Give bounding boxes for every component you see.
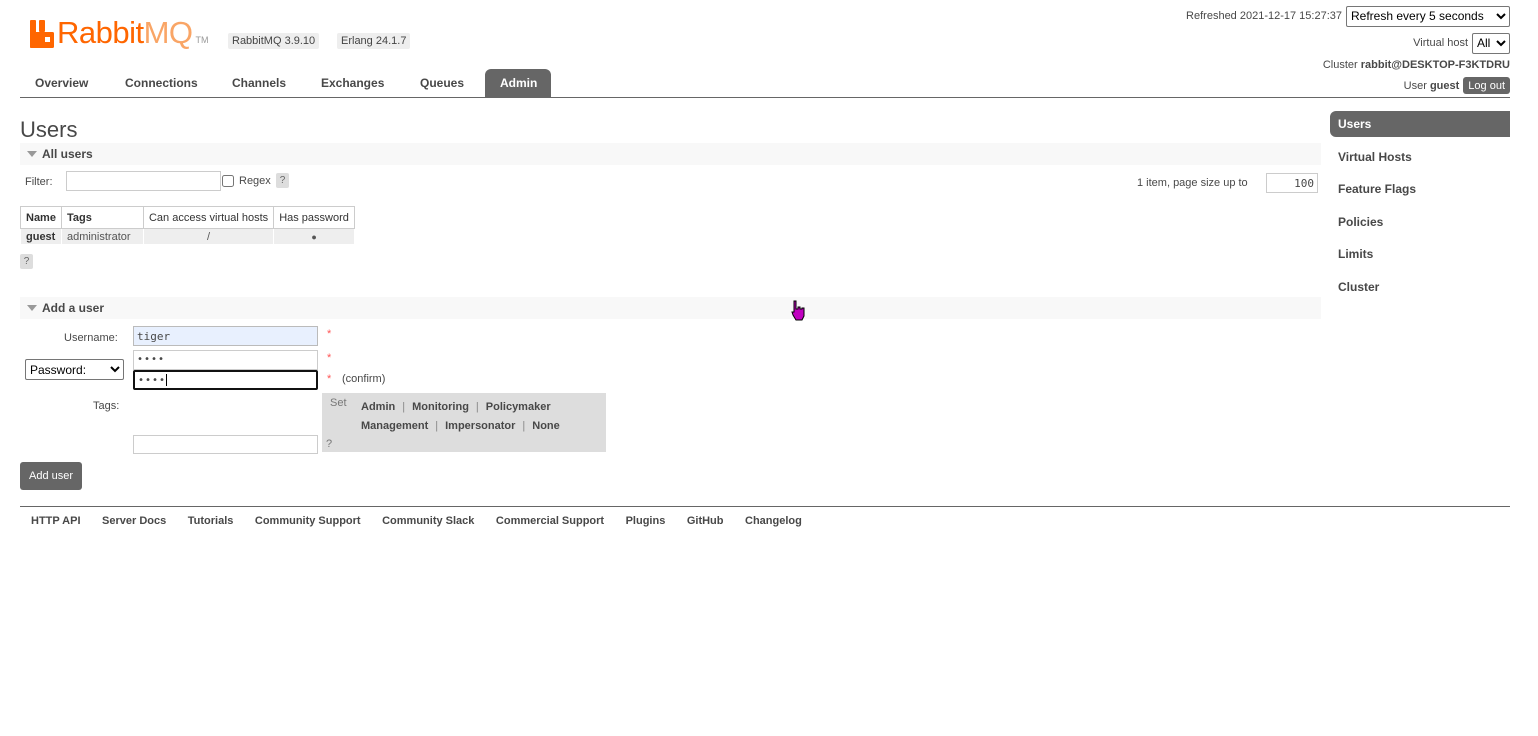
sidebar-item-policies[interactable]: Policies xyxy=(1330,209,1510,235)
tag-option-impersonator[interactable]: Impersonator xyxy=(445,420,515,432)
tags-label: Tags: xyxy=(93,400,120,412)
user-name-cell[interactable]: guest xyxy=(20,228,62,245)
regex-help-icon[interactable]: ? xyxy=(276,173,289,188)
tags-input[interactable] xyxy=(133,435,318,454)
footer-link-github[interactable]: GitHub xyxy=(687,515,724,527)
footer-link-changelog[interactable]: Changelog xyxy=(745,515,802,527)
rabbitmq-logo[interactable]: RabbitMQ TM xyxy=(30,14,209,48)
footer-link-community-support[interactable]: Community Support xyxy=(255,515,361,527)
sidebar-item-users[interactable]: Users xyxy=(1330,111,1510,137)
tab-admin[interactable]: Admin xyxy=(485,69,551,97)
page-size-input[interactable] xyxy=(1266,173,1318,193)
sidebar-item-cluster[interactable]: Cluster xyxy=(1330,274,1510,300)
tab-exchanges[interactable]: Exchanges xyxy=(306,69,399,97)
tag-picker: Set Admin | Monitoring | Policymaker Managem… xyxy=(322,393,606,452)
password-confirm-input[interactable]: •••• xyxy=(133,370,318,390)
vhost-label: Virtual host xyxy=(1413,37,1468,49)
add-user-button[interactable]: Add user xyxy=(20,462,82,490)
footer-link-plugins[interactable]: Plugins xyxy=(626,515,666,527)
tab-channels[interactable]: Channels xyxy=(217,69,301,97)
users-table: Name Tags Can access virtual hosts Has p… xyxy=(20,206,355,245)
password-required-marker: * xyxy=(327,352,332,364)
regex-checkbox[interactable] xyxy=(222,175,234,187)
tag-option-management[interactable]: Management xyxy=(361,420,428,432)
password-input[interactable]: •••• xyxy=(133,350,318,370)
pagination-text: 1 item, page size up to xyxy=(1137,177,1248,189)
all-users-heading: All users xyxy=(42,147,93,161)
table-row[interactable]: guest administrator / ● xyxy=(20,228,355,245)
confirm-required-marker: * xyxy=(327,373,332,385)
add-user-heading: Add a user xyxy=(42,301,105,315)
sidebar-item-virtual-hosts[interactable]: Virtual Hosts xyxy=(1330,144,1510,170)
set-label: Set xyxy=(330,397,347,409)
filter-label: Filter: xyxy=(25,176,53,188)
regex-label: Regex xyxy=(239,175,271,187)
col-has-password: Has password xyxy=(273,206,355,229)
footer-link-community-slack[interactable]: Community Slack xyxy=(382,515,474,527)
admin-sidebar: Users Virtual Hosts Feature Flags Polici… xyxy=(1330,111,1510,306)
refreshed-label: Refreshed 2021-12-17 15:27:37 xyxy=(1186,10,1342,22)
vhost-select[interactable]: All xyxy=(1472,32,1510,54)
main-tabs: Overview Connections Channels Exchanges … xyxy=(20,69,1510,98)
tag-option-admin[interactable]: Admin xyxy=(361,401,395,413)
user-tags-cell: administrator xyxy=(60,228,144,245)
tab-connections[interactable]: Connections xyxy=(110,69,213,97)
columns-help-icon[interactable]: ? xyxy=(20,254,33,269)
confirm-label: (confirm) xyxy=(342,373,386,385)
rabbitmq-version-badge: RabbitMQ 3.9.10 xyxy=(228,33,320,49)
table-header-row: Name Tags Can access virtual hosts Has p… xyxy=(20,206,355,229)
user-vhosts-cell: / xyxy=(142,228,275,245)
sidebar-item-limits[interactable]: Limits xyxy=(1330,241,1510,267)
col-tags[interactable]: Tags xyxy=(60,206,144,229)
tab-overview[interactable]: Overview xyxy=(20,69,103,97)
password-mode-select[interactable]: Password: xyxy=(25,359,124,380)
mouse-cursor-icon xyxy=(790,300,806,325)
tag-option-none[interactable]: None xyxy=(532,420,560,432)
col-name[interactable]: Name xyxy=(20,206,62,229)
text-caret xyxy=(166,374,168,386)
username-required-marker: * xyxy=(327,328,332,340)
col-vhosts: Can access virtual hosts xyxy=(142,206,275,229)
erlang-version-badge: Erlang 24.1.7 xyxy=(337,33,411,49)
footer-link-http-api[interactable]: HTTP API xyxy=(31,515,81,527)
tag-option-monitoring[interactable]: Monitoring xyxy=(412,401,469,413)
tags-help-icon[interactable]: ? xyxy=(326,438,332,450)
logo-trademark: TM xyxy=(195,35,209,45)
footer-link-server-docs[interactable]: Server Docs xyxy=(102,515,166,527)
add-user-section-toggle[interactable]: Add a user xyxy=(20,297,1321,319)
username-input[interactable] xyxy=(133,326,318,346)
logo-text: RabbitMQ xyxy=(57,15,193,50)
refresh-interval-select[interactable]: Refresh every 5 seconds xyxy=(1346,5,1510,27)
collapse-triangle-icon xyxy=(27,151,37,157)
footer-link-commercial-support[interactable]: Commercial Support xyxy=(496,515,604,527)
all-users-section-toggle[interactable]: All users xyxy=(20,143,1321,165)
sidebar-item-feature-flags[interactable]: Feature Flags xyxy=(1330,176,1510,202)
page-title: Users xyxy=(20,117,78,142)
tab-queues[interactable]: Queues xyxy=(405,69,479,97)
footer-links: HTTP API Server Docs Tutorials Community… xyxy=(20,506,1510,527)
username-label: Username: xyxy=(64,332,118,344)
collapse-triangle-icon xyxy=(27,305,37,311)
footer-link-tutorials[interactable]: Tutorials xyxy=(188,515,234,527)
tag-option-policymaker[interactable]: Policymaker xyxy=(486,401,551,413)
rabbit-logo-icon xyxy=(30,20,54,48)
user-has-password-cell: ● xyxy=(273,228,355,245)
filter-input[interactable] xyxy=(66,171,221,191)
